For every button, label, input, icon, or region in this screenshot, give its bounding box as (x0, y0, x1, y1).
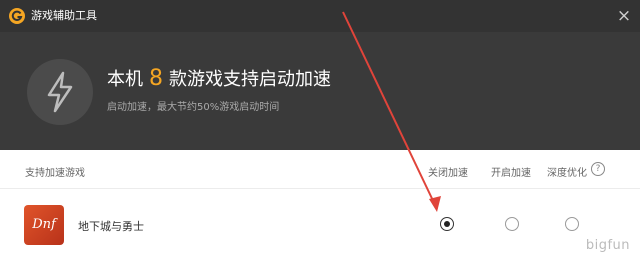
headline-prefix: 本机 (107, 69, 143, 90)
window-title: 游戏辅助工具 (31, 9, 97, 22)
column-header-deep: 深度优化 (547, 168, 587, 179)
watermark: bigfun (585, 238, 630, 253)
title-bar: 游戏辅助工具 × (0, 0, 640, 32)
column-header-game: 支持加速游戏 (25, 168, 85, 179)
radio-on-accel[interactable] (505, 217, 519, 231)
radio-off-accel[interactable] (440, 217, 454, 231)
game-count: 8 (149, 66, 163, 91)
help-icon[interactable]: ? (591, 162, 605, 176)
game-name: 地下城与勇士 (78, 220, 144, 233)
radio-deep-optimize[interactable] (565, 217, 579, 231)
headline: 本机 8 款游戏支持启动加速 (107, 66, 331, 93)
column-header-off: 关闭加速 (428, 168, 468, 179)
app-logo-icon (9, 8, 25, 24)
close-button[interactable]: × (614, 6, 634, 26)
table-row: Dnf 地下城与勇士 (0, 189, 640, 259)
hero-banner: 本机 8 款游戏支持启动加速 启动加速，最大节约50%游戏启动时间 (0, 32, 640, 150)
hero-subtitle: 启动加速，最大节约50%游戏启动时间 (107, 102, 280, 113)
table-header: 支持加速游戏 关闭加速 开启加速 深度优化 ? (0, 150, 640, 189)
game-helper-window: 游戏辅助工具 × 本机 8 款游戏支持启动加速 启动加速，最大节约50%游戏启动时间… (0, 0, 640, 261)
headline-suffix: 款游戏支持启动加速 (169, 69, 331, 90)
game-icon: Dnf (24, 205, 64, 245)
lightning-icon (27, 59, 93, 125)
column-header-on: 开启加速 (491, 168, 531, 179)
